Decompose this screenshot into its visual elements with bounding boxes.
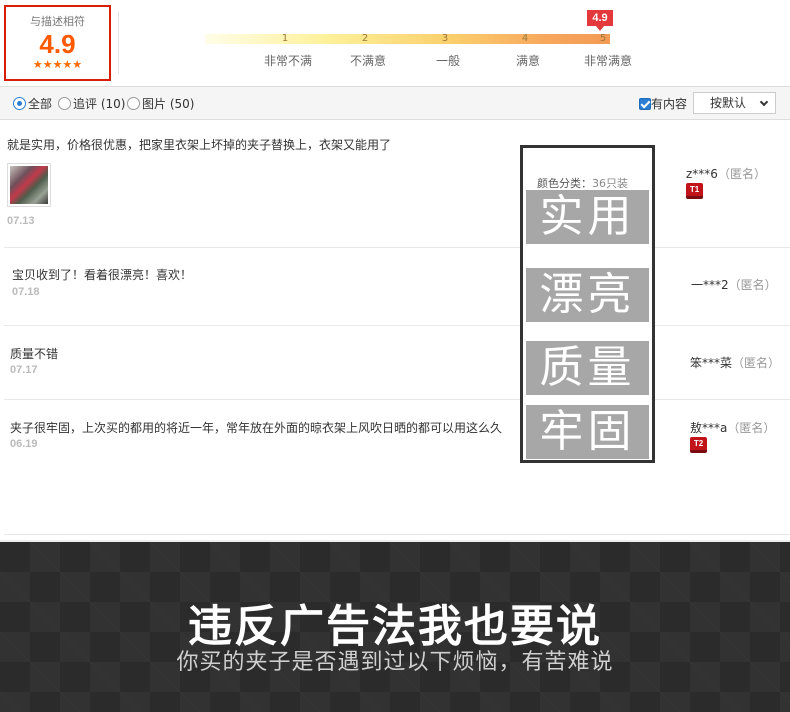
scale-tick-1: 1: [281, 33, 289, 44]
review-anon-tag: （匿名）: [728, 278, 777, 292]
rating-score-box: 与描述相符 4.9 ★★★★★: [4, 5, 111, 81]
scale-tick-2: 2: [361, 33, 369, 44]
keyword-tile: 牢固: [526, 405, 649, 459]
review-anon-tag: （匿名）: [732, 356, 781, 370]
keyword-overlay-panel: 颜色分类：36只装 实用 漂亮 质量 牢固: [520, 145, 655, 463]
review-username: z***6: [686, 167, 718, 181]
filter-all[interactable]: 全部: [13, 96, 52, 112]
review-photo: [10, 166, 48, 204]
filter-followup-label: 追评 (10): [73, 97, 126, 111]
filter-followup[interactable]: 追评 (10): [58, 96, 125, 112]
filter-images-label: 图片 (50): [142, 97, 195, 111]
keyword-tile: 实用: [526, 190, 649, 244]
member-level-badge-icon: T1: [686, 183, 703, 199]
review-username: 敖***a: [690, 421, 728, 435]
review-text: 就是实用，价格很优惠，把家里衣架上坏掉的夹子替换上，衣架又能用了: [7, 138, 392, 152]
review-date: 06.19: [10, 438, 38, 450]
radio-selected-icon[interactable]: [13, 97, 26, 110]
checkbox-checked-icon[interactable]: [639, 98, 651, 110]
review-divider: [4, 399, 790, 400]
review-anon-tag: （匿名）: [717, 167, 766, 181]
radio-icon[interactable]: [58, 97, 71, 110]
member-level-badge-icon: T2: [690, 437, 707, 453]
scale-tick-5: 5: [599, 33, 607, 44]
review-user: 敖***a（匿名）: [690, 419, 775, 436]
filter-images[interactable]: 图片 (50): [127, 96, 194, 112]
scale-level-1: 非常不满: [263, 54, 312, 68]
review-username: 笨***菜: [690, 356, 733, 370]
rating-header: 与描述相符 4.9 ★★★★★ 4.9 1 2 3 4 5 非常不满 不满意 一…: [0, 0, 790, 86]
review-user: 笨***菜（匿名）: [690, 354, 780, 371]
promo-banner: 违反广告法我也要说 你买的夹子是否遇到过以下烦恼，有苦难说: [0, 540, 790, 712]
review-divider: [4, 534, 790, 535]
review-date: 07.17: [10, 364, 38, 376]
keyword-tile: 漂亮: [526, 268, 649, 322]
banner-subtitle: 你买的夹子是否遇到过以下烦恼，有苦难说: [176, 650, 614, 675]
review-divider: [4, 325, 790, 326]
review-username: 一***2: [691, 278, 729, 292]
scale-level-4: 满意: [515, 54, 540, 68]
filter-all-label: 全部: [28, 97, 53, 111]
review-user: 一***2（匿名）: [691, 276, 777, 293]
scale-level-2: 不满意: [349, 54, 386, 68]
review-text: 宝贝收到了！看着很漂亮！喜欢！: [12, 268, 193, 282]
variant-info: 颜色分类：36只装: [537, 175, 628, 191]
review-date: 07.13: [7, 215, 35, 227]
rating-label: 与描述相符: [30, 15, 85, 28]
rating-score: 4.9: [39, 29, 76, 59]
review-date: 07.18: [12, 286, 40, 298]
rating-scale-marker: 4.9: [587, 10, 613, 31]
rating-scale: 4.9 1 2 3 4 5 非常不满 不满意 一般 满意 非常满意: [205, 10, 645, 70]
review-user: z***6（匿名）: [686, 165, 766, 182]
has-content-checkbox[interactable]: 有内容: [639, 96, 687, 112]
variant-label: 颜色分类：: [537, 177, 592, 190]
review-text: 质量不错: [10, 347, 59, 361]
review-image-thumbnail[interactable]: [7, 163, 51, 207]
review-text: 夹子很牢固，上次买的都用的将近一年，常年放在外面的晾衣架上风吹日晒的都可以用这么…: [10, 421, 503, 435]
scale-level-5: 非常满意: [583, 54, 632, 68]
scale-level-3: 一般: [435, 54, 460, 68]
review-filter-bar: 全部 追评 (10) 图片 (50) 有内容 按默认: [0, 86, 790, 120]
review-divider: [4, 247, 790, 248]
radio-icon[interactable]: [127, 97, 140, 110]
has-content-label: 有内容: [651, 97, 688, 111]
review-anon-tag: （匿名）: [727, 421, 776, 435]
scale-tick-4: 4: [521, 33, 529, 44]
chevron-down-icon: [759, 97, 769, 107]
header-divider: [118, 12, 119, 74]
keyword-tile: 质量: [526, 341, 649, 395]
star-rating-icon: ★★★★★: [32, 58, 83, 71]
variant-value: 36只装: [592, 177, 628, 190]
scale-tick-3: 3: [441, 33, 449, 44]
sort-select-label: 按默认: [710, 96, 747, 110]
sort-select[interactable]: 按默认: [693, 92, 776, 114]
